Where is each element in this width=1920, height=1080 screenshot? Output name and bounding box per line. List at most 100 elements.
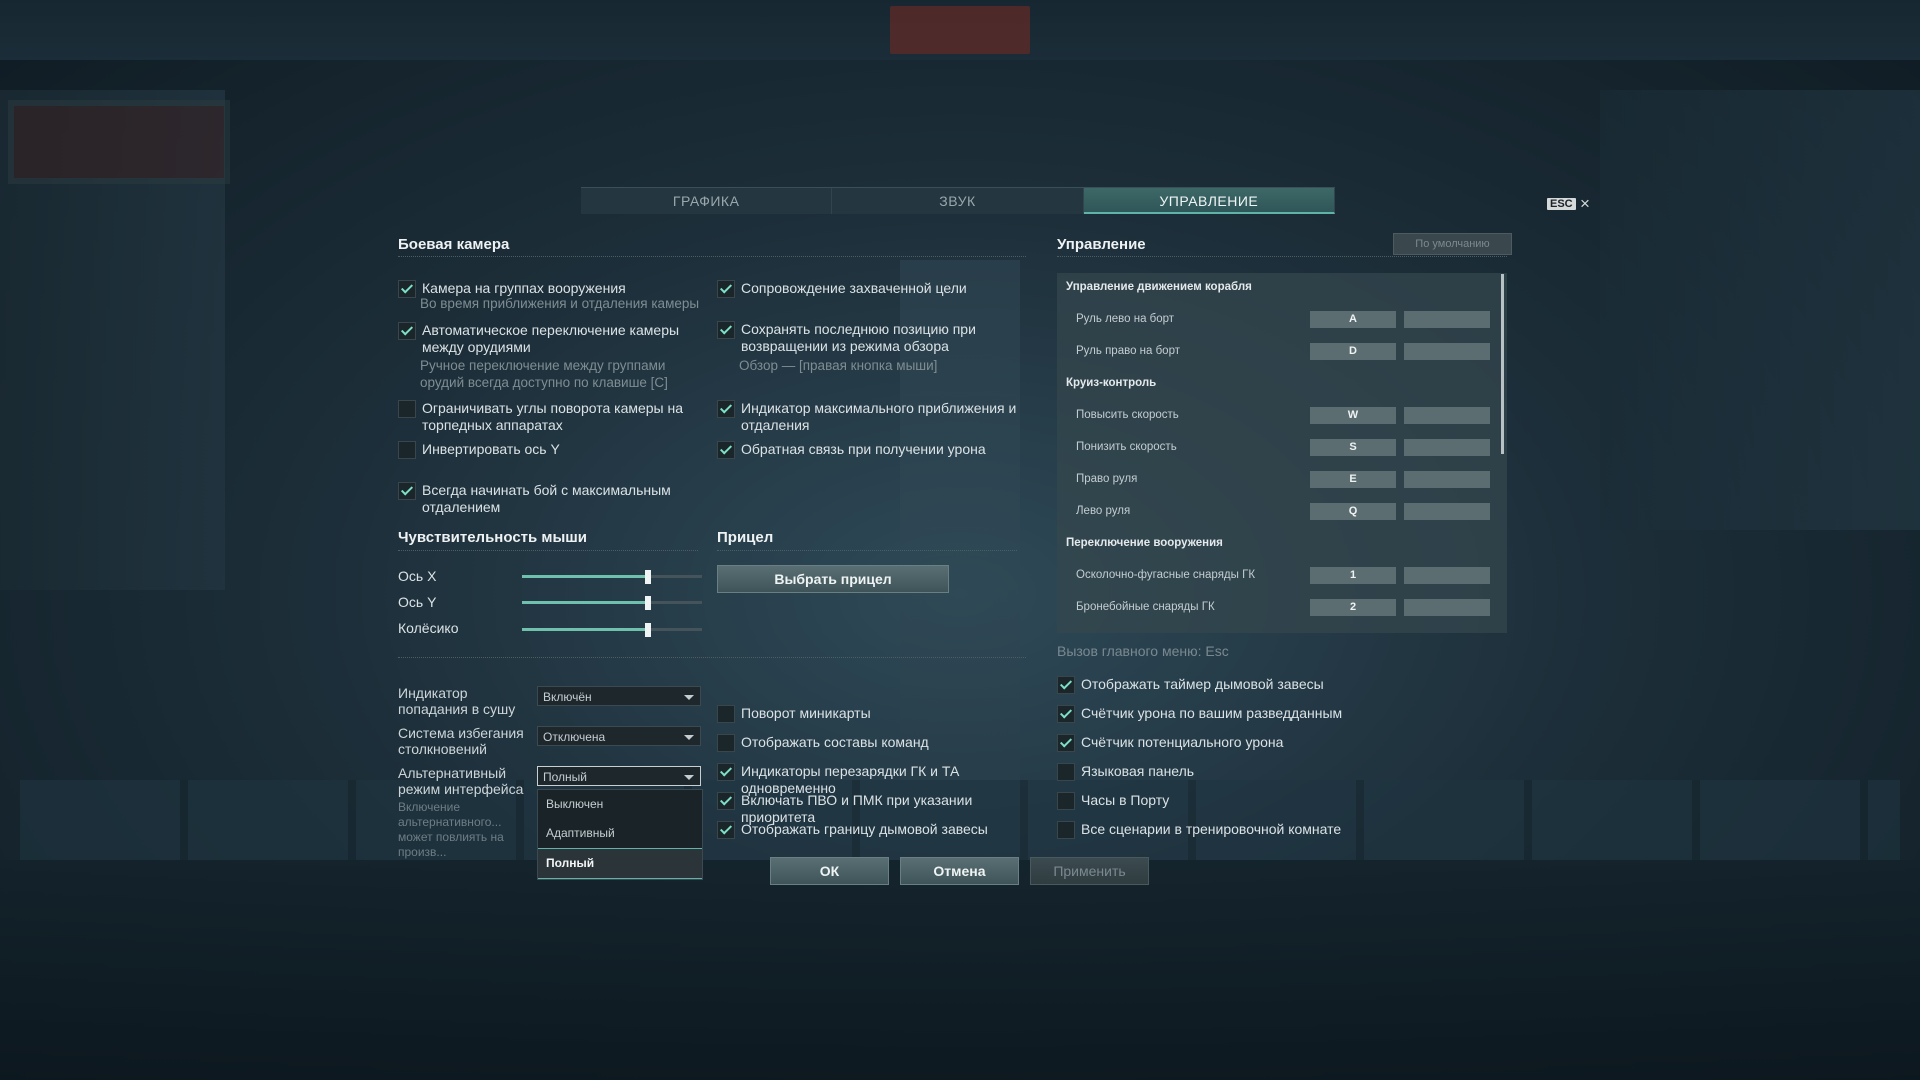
checkbox-track-locked-target[interactable]: Сопровождение захваченной цели bbox=[717, 280, 1037, 298]
key-speed-down[interactable]: S bbox=[1310, 439, 1396, 456]
dropdown-collision[interactable]: Отключена bbox=[537, 726, 701, 746]
key-ap-shells[interactable]: 2 bbox=[1310, 599, 1396, 616]
slider-label-y: Ось Y bbox=[398, 594, 437, 610]
slider-label-wheel: Колёсико bbox=[398, 620, 459, 636]
slider-fill bbox=[522, 601, 648, 604]
checkbox-spotting-damage[interactable]: Счётчик урона по вашим разведданным bbox=[1057, 705, 1417, 723]
key-left-rudder[interactable]: Q bbox=[1310, 503, 1396, 520]
slider-axis-x[interactable] bbox=[522, 570, 702, 584]
checkbox-unchecked[interactable] bbox=[1057, 792, 1075, 810]
slider-thumb[interactable] bbox=[645, 570, 651, 584]
alt-interface-hint: Включение альтернативного... может повли… bbox=[398, 800, 504, 859]
defaults-button[interactable]: По умолчанию bbox=[1393, 233, 1512, 255]
checkbox-checked[interactable] bbox=[717, 821, 735, 839]
close-icon[interactable]: × bbox=[1580, 194, 1590, 214]
key-alt-he-shells[interactable] bbox=[1404, 567, 1490, 584]
sight-section-title: Прицел bbox=[717, 529, 774, 546]
checkbox-zoom-indicator[interactable]: Индикатор максимального приближения и от… bbox=[717, 400, 1017, 434]
key-alt-rudder-right[interactable] bbox=[1404, 343, 1490, 360]
tab-sound[interactable]: ЗВУК bbox=[832, 188, 1084, 214]
tab-controls[interactable]: УПРАВЛЕНИЕ bbox=[1083, 188, 1335, 214]
checkbox-checked[interactable] bbox=[717, 400, 735, 418]
dropdown-option-adaptive[interactable]: Адаптивный bbox=[538, 819, 702, 848]
kb-label-speed-down: Понизить скорость bbox=[1076, 441, 1177, 453]
checkbox-port-clock[interactable]: Часы в Порту bbox=[1057, 792, 1417, 810]
slider-fill bbox=[522, 575, 648, 578]
dropdown-alt-interface[interactable]: Полный bbox=[537, 766, 701, 786]
key-he-shells[interactable]: 1 bbox=[1310, 567, 1396, 584]
slider-thumb[interactable] bbox=[645, 623, 651, 637]
checkbox-limit-torpedo-angles[interactable]: Ограничивать углы поворота камеры на тор… bbox=[398, 400, 688, 434]
checkbox-language-bar[interactable]: Языковая панель bbox=[1057, 763, 1417, 781]
slider-fill bbox=[522, 628, 648, 631]
hint-weapon-group-camera: Во время приближения и отдаления камеры bbox=[420, 296, 700, 311]
dropdown-option-off[interactable]: Выключен bbox=[538, 790, 702, 819]
dropdown-land-hit[interactable]: Включён bbox=[537, 686, 701, 706]
dropdown-label-collision: Система избегания столкновений bbox=[398, 725, 524, 757]
apply-button[interactable]: Применить bbox=[1030, 857, 1149, 885]
kb-label-left-rudder: Лево руля bbox=[1076, 505, 1131, 517]
mouse-section-title: Чувствительность мыши bbox=[398, 529, 588, 546]
checkbox-smoke-border[interactable]: Отображать границу дымовой завесы bbox=[717, 821, 1047, 839]
slider-thumb[interactable] bbox=[645, 596, 651, 610]
checkbox-checked[interactable] bbox=[717, 280, 735, 298]
checkbox-auto-switch-camera[interactable]: Автоматическое переключение камеры между… bbox=[398, 322, 708, 356]
key-rudder-left[interactable]: A bbox=[1310, 311, 1396, 328]
checkbox-checked[interactable] bbox=[1057, 705, 1075, 723]
checkbox-checked[interactable] bbox=[717, 441, 735, 459]
kb-section-weapon-switch: Переключение вооружения bbox=[1066, 537, 1223, 549]
battle-button-blurred bbox=[890, 6, 1030, 54]
choose-sight-button[interactable]: Выбрать прицел bbox=[717, 565, 949, 593]
dropdown-option-full[interactable]: Полный bbox=[538, 848, 702, 879]
checkbox-unchecked[interactable] bbox=[398, 441, 416, 459]
checkbox-checked[interactable] bbox=[717, 792, 735, 810]
key-alt-left-rudder[interactable] bbox=[1404, 503, 1490, 520]
checkbox-checked[interactable] bbox=[717, 763, 735, 781]
checkbox-checked[interactable] bbox=[1057, 676, 1075, 694]
checkbox-checked[interactable] bbox=[717, 321, 735, 339]
kb-label-right-rudder: Право руля bbox=[1076, 473, 1138, 485]
checkbox-invert-y[interactable]: Инвертировать ось Y bbox=[398, 441, 688, 459]
dropdown-label-alt-interface: Альтернативный режим интерфейса bbox=[398, 765, 524, 797]
checkbox-checked[interactable] bbox=[398, 322, 416, 340]
slider-axis-y[interactable] bbox=[522, 596, 702, 610]
checkbox-unchecked[interactable] bbox=[717, 734, 735, 752]
checkbox-save-last-position[interactable]: Сохранять последнюю позицию при возвраще… bbox=[717, 321, 1007, 355]
ok-button[interactable]: ОК bbox=[770, 857, 889, 885]
checkbox-damage-feedback[interactable]: Обратная связь при получении урона bbox=[717, 441, 1017, 459]
hint-auto-switch-camera: Ручное переключение между группами оруди… bbox=[420, 358, 668, 390]
checkbox-checked[interactable] bbox=[398, 482, 416, 500]
middle-divider bbox=[398, 657, 1026, 659]
checkbox-team-lineups[interactable]: Отображать составы команд bbox=[717, 734, 1047, 752]
main-menu-hint: Вызов главного меню: Esc bbox=[1057, 643, 1229, 659]
key-right-rudder[interactable]: E bbox=[1310, 471, 1396, 488]
sight-divider bbox=[717, 550, 1017, 552]
checkbox-potential-damage[interactable]: Счётчик потенциального урона bbox=[1057, 734, 1417, 752]
tab-graphics[interactable]: ГРАФИКА bbox=[581, 188, 833, 214]
keybindings-scrollbar[interactable] bbox=[1501, 274, 1504, 454]
chevron-down-icon bbox=[684, 695, 694, 700]
checkbox-max-zoom-start[interactable]: Всегда начинать бой с максимальным отдал… bbox=[398, 482, 688, 516]
cancel-button[interactable]: Отмена bbox=[900, 857, 1019, 885]
key-alt-right-rudder[interactable] bbox=[1404, 471, 1490, 488]
key-alt-speed-down[interactable] bbox=[1404, 439, 1490, 456]
checkbox-unchecked[interactable] bbox=[1057, 763, 1075, 781]
checkbox-checked[interactable] bbox=[1057, 734, 1075, 752]
checkbox-unchecked[interactable] bbox=[717, 705, 735, 723]
checkbox-unchecked[interactable] bbox=[398, 400, 416, 418]
kb-section-cruise-control: Круиз-контроль bbox=[1066, 377, 1157, 389]
checkbox-smoke-timer[interactable]: Отображать таймер дымовой завесы bbox=[1057, 676, 1417, 694]
key-rudder-right[interactable]: D bbox=[1310, 343, 1396, 360]
checkbox-unchecked[interactable] bbox=[1057, 821, 1075, 839]
key-speed-up[interactable]: W bbox=[1310, 407, 1396, 424]
key-alt-ap-shells[interactable] bbox=[1404, 599, 1490, 616]
slider-label-x: Ось X bbox=[398, 568, 437, 584]
checkbox-minimap-rotation[interactable]: Поворот миникарты bbox=[717, 705, 1047, 723]
slider-wheel[interactable] bbox=[522, 623, 702, 637]
key-alt-speed-up[interactable] bbox=[1404, 407, 1490, 424]
checkbox-checked[interactable] bbox=[398, 280, 416, 298]
key-alt-rudder-left[interactable] bbox=[1404, 311, 1490, 328]
esc-key-badge: ESC bbox=[1547, 198, 1576, 210]
checkbox-training-scenarios[interactable]: Все сценарии в тренировочной комнате bbox=[1057, 821, 1417, 839]
settings-tabs: ГРАФИКА ЗВУК УПРАВЛЕНИЕ bbox=[581, 187, 1335, 214]
